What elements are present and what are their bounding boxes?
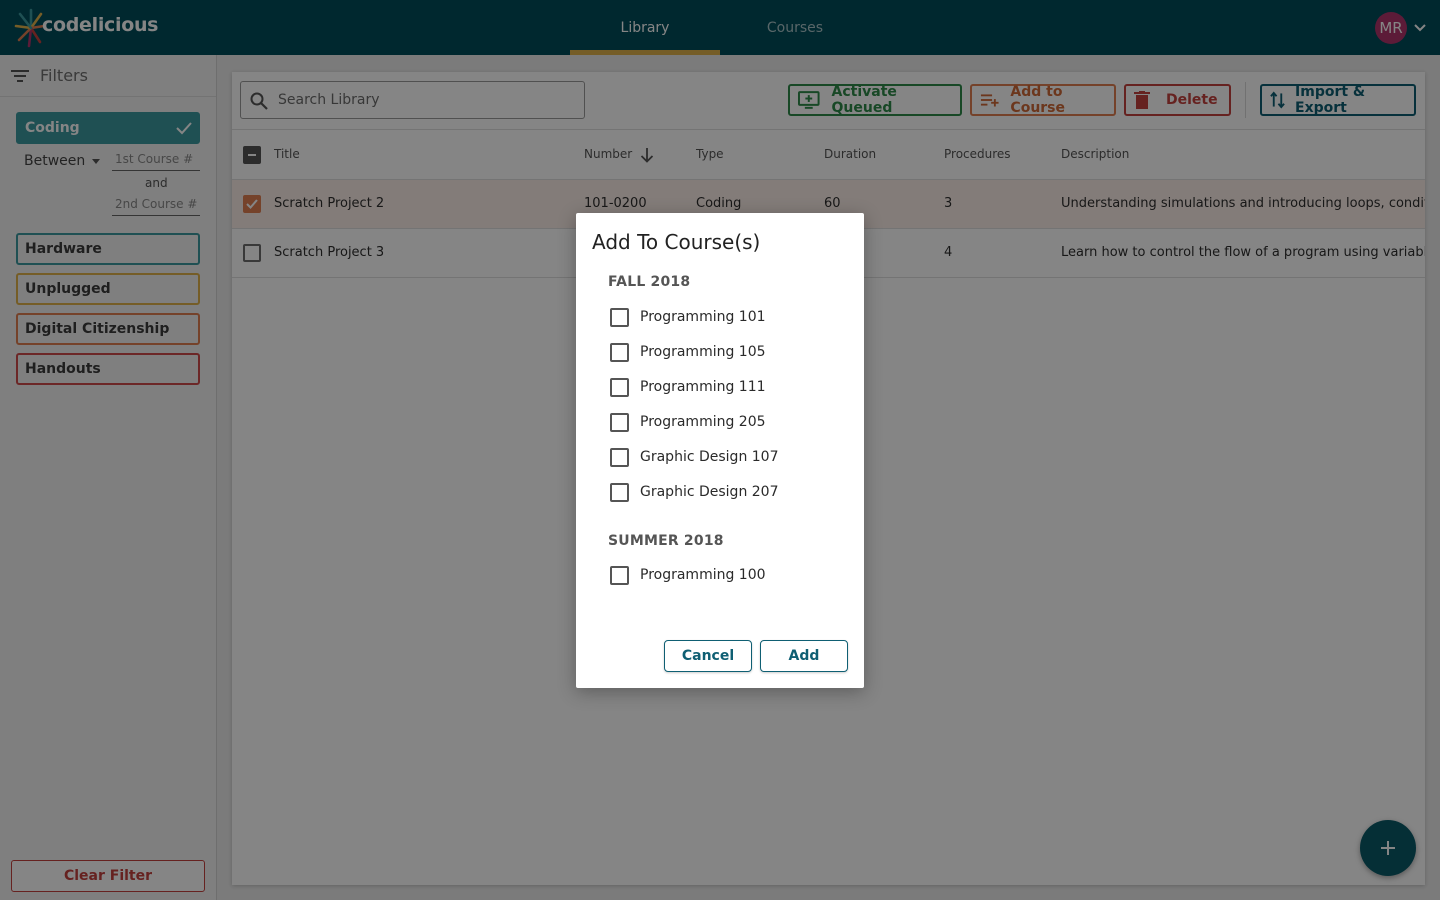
term-label-summer-2018: SUMMER 2018 [608,533,724,549]
course-checkbox[interactable] [610,307,629,327]
course-checkbox[interactable] [610,482,629,502]
course-label: Programming 111 [640,379,766,395]
dialog-title: Add To Course(s) [592,230,761,254]
term-label-fall-2018: FALL 2018 [608,274,691,290]
course-option[interactable]: Graphic Design 107 [610,447,779,467]
course-option[interactable]: Programming 101 [610,307,766,327]
course-option[interactable]: Programming 105 [610,342,766,362]
cancel-button[interactable]: Cancel [664,640,752,672]
course-checkbox[interactable] [610,377,629,397]
course-checkbox[interactable] [610,412,629,432]
course-checkbox[interactable] [610,565,629,585]
course-option[interactable]: Graphic Design 207 [610,482,779,502]
course-label: Graphic Design 207 [640,484,779,500]
add-button[interactable]: Add [760,640,848,672]
course-label: Programming 205 [640,414,766,430]
course-label: Programming 100 [640,567,766,583]
course-label: Graphic Design 107 [640,449,779,465]
course-label: Programming 105 [640,344,766,360]
course-option[interactable]: Programming 205 [610,412,766,432]
course-checkbox[interactable] [610,447,629,467]
course-checkbox[interactable] [610,342,629,362]
course-option[interactable]: Programming 100 [610,565,766,585]
add-to-course-dialog: Add To Course(s) FALL 2018 Programming 1… [576,213,864,688]
course-label: Programming 101 [640,309,766,325]
course-option[interactable]: Programming 111 [610,377,766,397]
